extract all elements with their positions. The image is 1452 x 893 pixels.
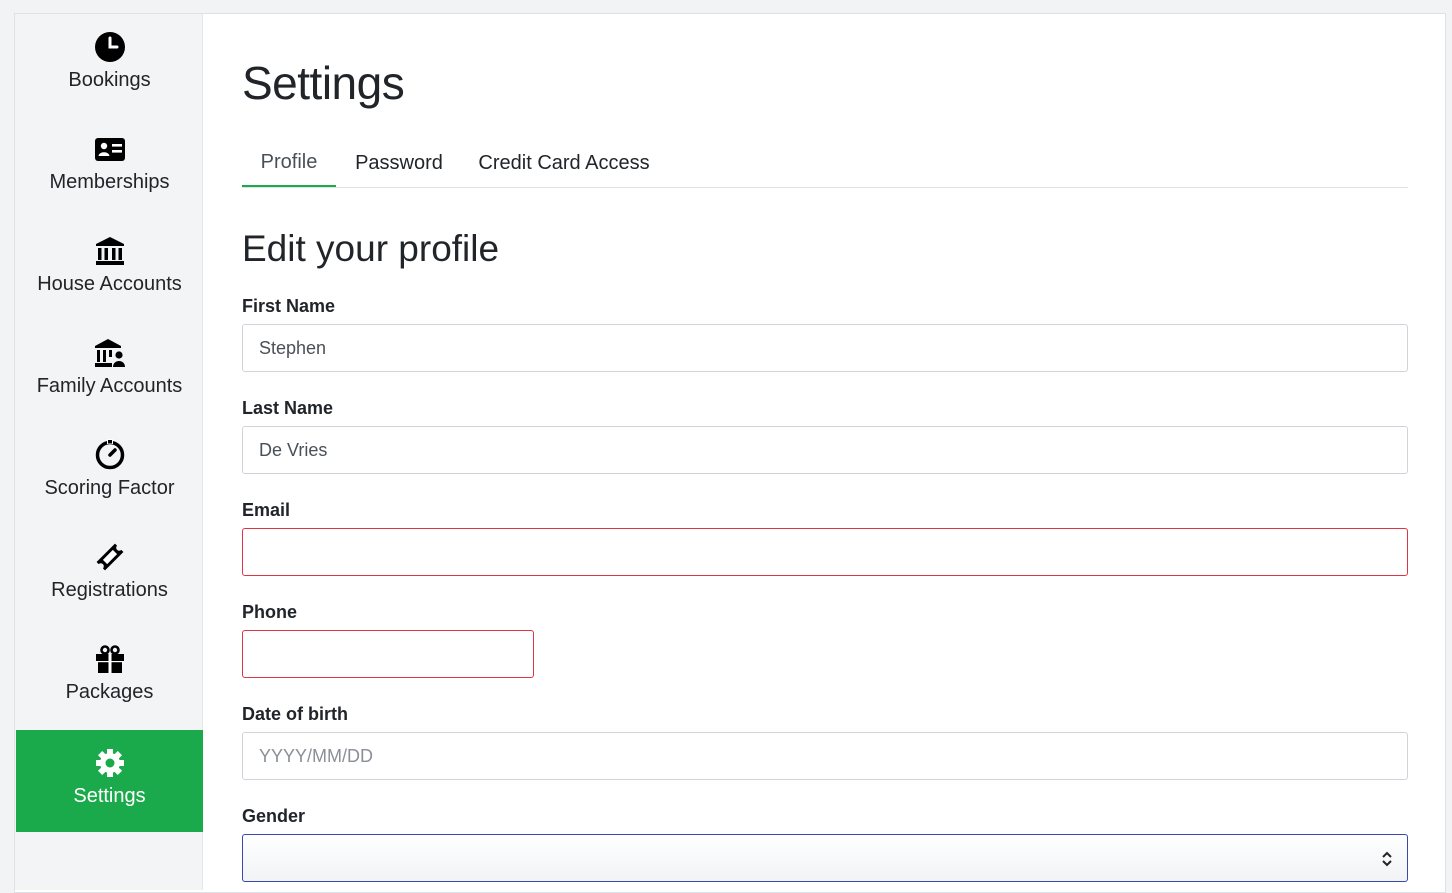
sidebar-item-scoring-factor[interactable]: Scoring Factor xyxy=(16,422,203,524)
sidebar-item-family-accounts[interactable]: Family Accounts xyxy=(16,320,203,422)
section-title: Edit your profile xyxy=(242,228,500,269)
sidebar: Bookings Memberships House Accounts Fami… xyxy=(15,14,203,890)
sidebar-item-packages[interactable]: Packages xyxy=(16,626,203,728)
sidebar-item-registrations[interactable]: Registrations xyxy=(16,524,203,626)
ticket-icon xyxy=(94,541,126,573)
sidebar-item-label: Registrations xyxy=(51,579,168,601)
gender-select[interactable] xyxy=(242,834,1408,882)
tab-password[interactable]: Password xyxy=(352,140,446,186)
phone-field[interactable] xyxy=(242,630,534,678)
sidebar-item-label: Packages xyxy=(65,681,154,703)
select-caret-icon xyxy=(1382,851,1392,867)
sidebar-item-label: Settings xyxy=(73,785,146,807)
bank-user-icon xyxy=(94,337,126,369)
last-name-field[interactable] xyxy=(242,426,1408,474)
sidebar-item-label: House Accounts xyxy=(37,273,182,295)
email-label: Email xyxy=(242,500,291,520)
gear-icon xyxy=(94,747,126,779)
gender-label: Gender xyxy=(242,806,306,826)
first-name-label: First Name xyxy=(242,296,336,316)
sidebar-item-label: Memberships xyxy=(49,171,170,193)
sidebar-item-bookings[interactable]: Bookings xyxy=(16,14,203,116)
gift-icon xyxy=(94,643,126,675)
date-of-birth-field[interactable] xyxy=(242,732,1408,780)
email-field[interactable] xyxy=(242,528,1408,576)
last-name-label: Last Name xyxy=(242,398,334,418)
id-card-icon xyxy=(94,133,126,165)
sidebar-item-label: Family Accounts xyxy=(36,375,183,397)
clock-icon xyxy=(94,31,126,63)
first-name-field[interactable] xyxy=(242,324,1408,372)
tab-bar: Profile Password Credit Card Access xyxy=(242,140,1408,188)
tab-profile[interactable]: Profile xyxy=(242,140,336,187)
phone-label: Phone xyxy=(242,602,298,622)
tab-credit-card-access[interactable]: Credit Card Access xyxy=(478,140,650,186)
sidebar-item-house-accounts[interactable]: House Accounts xyxy=(16,218,203,320)
sidebar-item-settings[interactable]: Settings xyxy=(16,730,203,832)
sidebar-item-label: Bookings xyxy=(68,69,151,91)
page-title: Settings xyxy=(242,57,405,109)
sidebar-item-memberships[interactable]: Memberships xyxy=(16,116,203,218)
sidebar-item-label: Scoring Factor xyxy=(44,477,175,499)
date-of-birth-label: Date of birth xyxy=(242,704,348,724)
gauge-icon xyxy=(94,439,126,471)
bank-icon xyxy=(94,235,126,267)
